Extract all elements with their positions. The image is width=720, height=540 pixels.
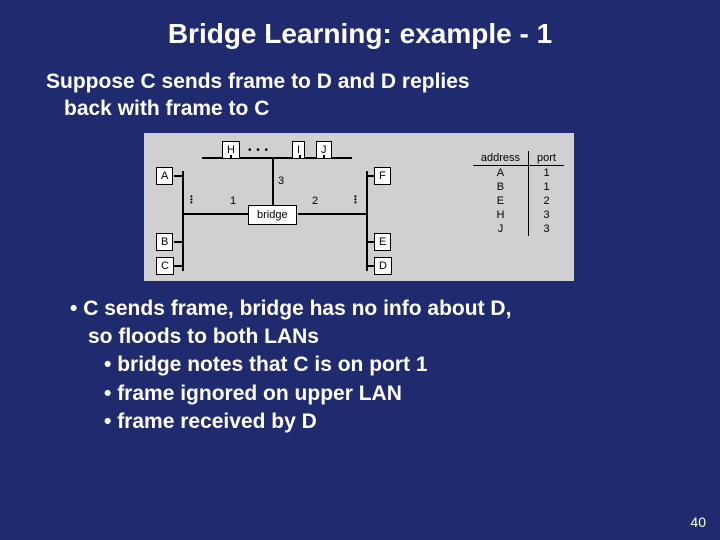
bullet-1-line1: C sends frame, bridge has no info about … [83, 297, 511, 320]
cell-port: 2 [529, 194, 564, 208]
slide-title: Bridge Learning: example - 1 [0, 0, 720, 68]
left-lan-line [182, 171, 184, 271]
diagram-container: H I J • • • A B C ••• F E D ••• bridge [144, 133, 574, 281]
node-b: B [156, 233, 173, 251]
dots-left: ••• [190, 195, 193, 204]
bridge-diagram: H I J • • • A B C ••• F E D ••• bridge [144, 133, 574, 281]
dots-right: ••• [354, 195, 357, 204]
bridge-left-link [183, 213, 248, 215]
node-d: D [374, 257, 392, 275]
cell-addr: E [473, 194, 529, 208]
bridge-right-link [298, 213, 367, 215]
address-table: address port A1 B1 E2 H3 J3 [473, 151, 564, 236]
table-row: J3 [473, 222, 564, 236]
cell-addr: A [473, 165, 529, 180]
node-bridge: bridge [248, 205, 297, 225]
table-row: B1 [473, 180, 564, 194]
node-c: C [156, 257, 174, 275]
cell-port: 3 [529, 222, 564, 236]
table-row: A1 [473, 165, 564, 180]
table-header-address: address [473, 151, 529, 166]
node-a: A [156, 167, 173, 185]
cell-addr: H [473, 208, 529, 222]
dots-top: • • • [248, 145, 269, 156]
cell-addr: J [473, 222, 529, 236]
table-header-port: port [529, 151, 564, 166]
bullet-4: frame received by D [70, 408, 680, 436]
stub-i [299, 155, 301, 158]
page-number: 40 [690, 514, 706, 530]
port-1-label: 1 [230, 195, 236, 207]
bullet-1-line2: so floods to both LANs [70, 325, 319, 348]
cell-port: 1 [529, 165, 564, 180]
stub-h [230, 155, 232, 158]
stub-j [323, 155, 325, 158]
stub-b [174, 241, 183, 243]
node-e: E [374, 233, 391, 251]
stub-c [174, 265, 183, 267]
right-lan-line [366, 171, 368, 271]
bridge-top-link [272, 158, 274, 205]
cell-port: 3 [529, 208, 564, 222]
bullet-1: C sends frame, bridge has no info about … [70, 295, 680, 352]
subtitle-line2: back with frame to C [46, 97, 269, 120]
bullet-3: frame ignored on upper LAN [70, 380, 680, 408]
stub-f [367, 175, 375, 177]
subtitle-line1: Suppose C sends frame to D and D replies [46, 70, 470, 93]
cell-port: 1 [529, 180, 564, 194]
bullet-2: bridge notes that C is on port 1 [70, 351, 680, 379]
stub-a [174, 175, 183, 177]
slide-subtitle: Suppose C sends frame to D and D replies… [0, 68, 720, 123]
table-row: H3 [473, 208, 564, 222]
node-f: F [374, 167, 391, 185]
bullet-list: C sends frame, bridge has no info about … [0, 295, 720, 437]
port-2-label: 2 [312, 195, 318, 207]
port-3-label: 3 [278, 175, 284, 187]
stub-e [367, 241, 375, 243]
stub-d [367, 265, 375, 267]
table-row: E2 [473, 194, 564, 208]
cell-addr: B [473, 180, 529, 194]
